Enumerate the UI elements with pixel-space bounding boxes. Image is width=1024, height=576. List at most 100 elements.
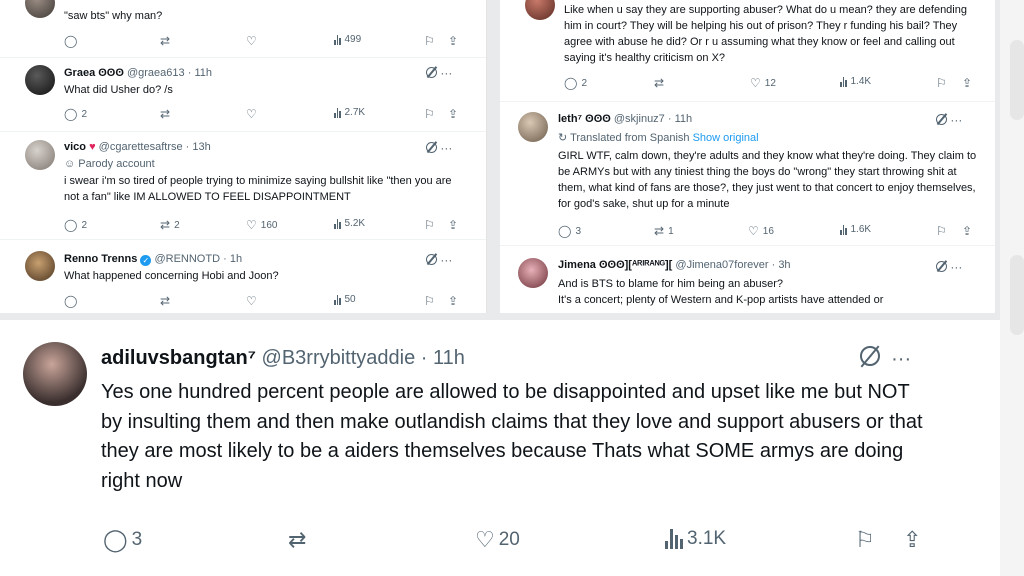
- reply-icon: ◯: [64, 218, 78, 232]
- more-icon[interactable]: ···: [950, 113, 962, 127]
- grok-icon[interactable]: [426, 67, 437, 78]
- tweet-renno[interactable]: Renno Trenns ✓ @RENNOTD · 1h ··· What ha…: [0, 246, 486, 313]
- avatar[interactable]: [518, 112, 548, 142]
- grok-icon[interactable]: [860, 346, 880, 366]
- parody-label: Parody account: [78, 158, 155, 170]
- reply-button[interactable]: ◯ 3: [558, 224, 581, 238]
- avatar[interactable]: [525, 0, 555, 20]
- like-button[interactable]: ♡: [246, 34, 257, 48]
- share-icon: ⇪: [448, 107, 459, 121]
- tweet-partial-top[interactable]: "saw bts" why man? ◯ ⇄ ♡ 499 ⚐ ⇪: [0, 0, 486, 58]
- grok-icon[interactable]: [936, 261, 947, 272]
- handle[interactable]: @B3rrybittyaddie: [262, 347, 416, 369]
- reply-button[interactable]: ◯: [64, 294, 77, 308]
- reply-button[interactable]: ◯: [64, 34, 77, 48]
- share-button[interactable]: ⇪: [448, 107, 458, 121]
- timestamp[interactable]: 11h: [194, 67, 212, 79]
- display-name[interactable]: leth⁷ ʘʘʘ: [558, 113, 611, 125]
- retweet-icon: ⇄: [160, 218, 171, 232]
- show-original-link[interactable]: Show original: [693, 132, 759, 144]
- grok-icon[interactable]: [426, 254, 437, 265]
- avatar[interactable]: [23, 342, 87, 406]
- like-button[interactable]: ♡ 160: [246, 218, 277, 232]
- tweet-text: Yes one hundred percent people are allow…: [101, 381, 923, 492]
- avatar[interactable]: [25, 0, 55, 18]
- more-icon[interactable]: ···: [440, 253, 452, 267]
- share-button[interactable]: ⇪: [962, 224, 972, 238]
- handle[interactable]: @Jimena07forever: [675, 259, 768, 271]
- tweet-partial-top[interactable]: Like when u say they are supporting abus…: [500, 0, 995, 102]
- display-name[interactable]: adiluvsbangtan⁷: [101, 347, 256, 369]
- display-name[interactable]: vico: [64, 141, 86, 153]
- retweet-button[interactable]: ⇄: [160, 107, 170, 121]
- timestamp[interactable]: 13h: [192, 141, 210, 153]
- retweet-button[interactable]: ⇄: [288, 528, 306, 552]
- bookmark-button[interactable]: ⚐: [424, 34, 435, 48]
- views-button[interactable]: 3.1K: [665, 528, 726, 550]
- retweet-button[interactable]: ⇄ 1: [654, 224, 674, 238]
- reply-button[interactable]: ◯ 2: [64, 107, 87, 121]
- avatar[interactable]: [25, 140, 55, 170]
- more-icon[interactable]: ···: [950, 260, 962, 274]
- bookmark-button[interactable]: ⚐: [855, 528, 875, 552]
- views-button[interactable]: 1.6K: [840, 224, 871, 235]
- share-button[interactable]: ⇪: [962, 76, 972, 90]
- views-button[interactable]: 5.2K: [334, 218, 365, 229]
- bookmark-button[interactable]: ⚐: [424, 218, 435, 232]
- views-button[interactable]: 50: [334, 294, 356, 305]
- views-button[interactable]: 499: [334, 34, 361, 45]
- reply-button[interactable]: ◯ 3: [103, 528, 142, 552]
- tweet-graea[interactable]: Graea ʘʘʘ @graea613 · 11h ··· What did U…: [0, 60, 486, 132]
- timestamp[interactable]: 1h: [230, 253, 242, 265]
- like-button[interactable]: ♡: [246, 107, 257, 121]
- handle[interactable]: @skjinuz7: [614, 113, 665, 125]
- share-button[interactable]: ⇪: [448, 294, 458, 308]
- handle[interactable]: @cgarettesaftrse: [99, 141, 183, 153]
- bookmark-button[interactable]: ⚐: [936, 224, 947, 238]
- tweet-vico[interactable]: vico ♥ @cgarettesaftrse · 13h ··· ☺ Paro…: [0, 134, 486, 240]
- tweet-jimena[interactable]: Jimena ʘʘʘ][ᴬᴿᴵᴿᴬᴺᴳ][ @Jimena07forever ·…: [500, 252, 995, 313]
- share-button[interactable]: ⇪: [448, 218, 458, 232]
- like-button[interactable]: ♡ 12: [750, 76, 776, 90]
- grok-icon[interactable]: [426, 142, 437, 153]
- tweet-leth[interactable]: leth⁷ ʘʘʘ @skjinuz7 · 11h ··· ↻ Translat…: [500, 106, 995, 246]
- retweet-button[interactable]: ⇄: [654, 76, 664, 90]
- timestamp[interactable]: 11h: [675, 113, 693, 125]
- display-name[interactable]: Graea ʘʘʘ: [64, 67, 124, 79]
- display-name[interactable]: Renno Trenns: [64, 253, 137, 265]
- share-button[interactable]: ⇪: [448, 34, 458, 48]
- timestamp[interactable]: 3h: [778, 259, 790, 271]
- like-button[interactable]: ♡ 20: [475, 528, 520, 552]
- retweet-icon: ⇄: [288, 527, 307, 552]
- grok-icon[interactable]: [936, 114, 947, 125]
- tweet-header: Jimena ʘʘʘ][ᴬᴿᴵᴿᴬᴺᴳ][ @Jimena07forever ·…: [558, 259, 791, 271]
- retweet-button[interactable]: ⇄: [160, 294, 170, 308]
- views-button[interactable]: 2.7K: [334, 107, 365, 118]
- handle[interactable]: @graea613: [127, 67, 185, 79]
- avatar[interactable]: [25, 251, 55, 281]
- main-tweet[interactable]: adiluvsbangtan⁷ @B3rrybittyaddie · 11h ·…: [0, 320, 1000, 576]
- timestamp[interactable]: 11h: [433, 347, 465, 369]
- avatar[interactable]: [518, 258, 548, 288]
- display-name[interactable]: Jimena ʘʘʘ][ᴬᴿᴵᴿᴬᴺᴳ][: [558, 259, 672, 271]
- share-button[interactable]: ⇪: [903, 528, 921, 552]
- avatar[interactable]: [25, 65, 55, 95]
- reply-button[interactable]: ◯ 2: [564, 76, 587, 90]
- like-button[interactable]: ♡ 16: [748, 224, 774, 238]
- like-button[interactable]: ♡: [246, 294, 257, 308]
- reply-button[interactable]: ◯ 2: [64, 218, 87, 232]
- more-icon[interactable]: ···: [440, 66, 452, 80]
- views-icon: [840, 224, 847, 235]
- handle[interactable]: @RENNOTD: [154, 253, 220, 265]
- bookmark-button[interactable]: ⚐: [424, 107, 435, 121]
- views-button[interactable]: 1.4K: [840, 76, 871, 87]
- views-icon: [840, 76, 847, 87]
- retweet-button[interactable]: ⇄: [160, 34, 170, 48]
- more-icon[interactable]: ···: [440, 141, 452, 155]
- bookmark-icon: ⚐: [936, 224, 947, 238]
- bookmark-button[interactable]: ⚐: [936, 76, 947, 90]
- retweet-button[interactable]: ⇄ 2: [160, 218, 180, 232]
- more-icon[interactable]: ···: [891, 348, 911, 370]
- share-icon: ⇪: [903, 527, 922, 552]
- bookmark-button[interactable]: ⚐: [424, 294, 435, 308]
